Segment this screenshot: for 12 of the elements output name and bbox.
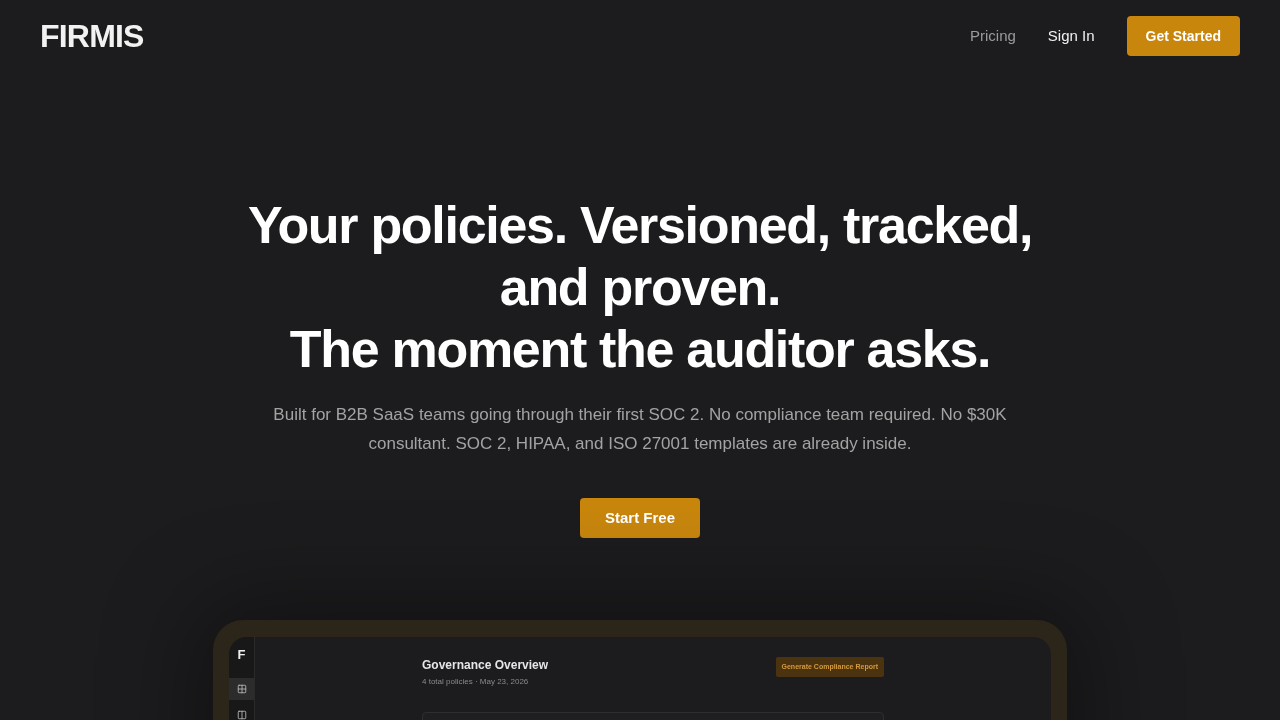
columns-icon	[236, 710, 247, 720]
hero-headline: Your policies. Versioned, tracked, and proven.	[246, 195, 1034, 318]
preview-logo: F	[237, 648, 246, 661]
logo[interactable]: FIRMIS	[40, 20, 144, 52]
hero-subtitle: Built for B2B SaaS teams going through their first SOC 2. No compliance team required. No $30K consultant. SOC 2, HIPAA, and ISO 27001 templates are already inside.	[272, 404, 1008, 455]
pricing-link[interactable]: Pricing	[969, 24, 1016, 48]
grid-icon	[236, 684, 247, 694]
sidebar-item[interactable]	[229, 678, 254, 700]
preview-meta: 4 total policies · May 23, 2026	[422, 677, 530, 687]
preview-title: Governance Overview	[422, 657, 549, 673]
hero-headline: The moment the auditor asks.	[288, 319, 992, 380]
sign-in-link[interactable]: Sign In	[1047, 24, 1095, 48]
